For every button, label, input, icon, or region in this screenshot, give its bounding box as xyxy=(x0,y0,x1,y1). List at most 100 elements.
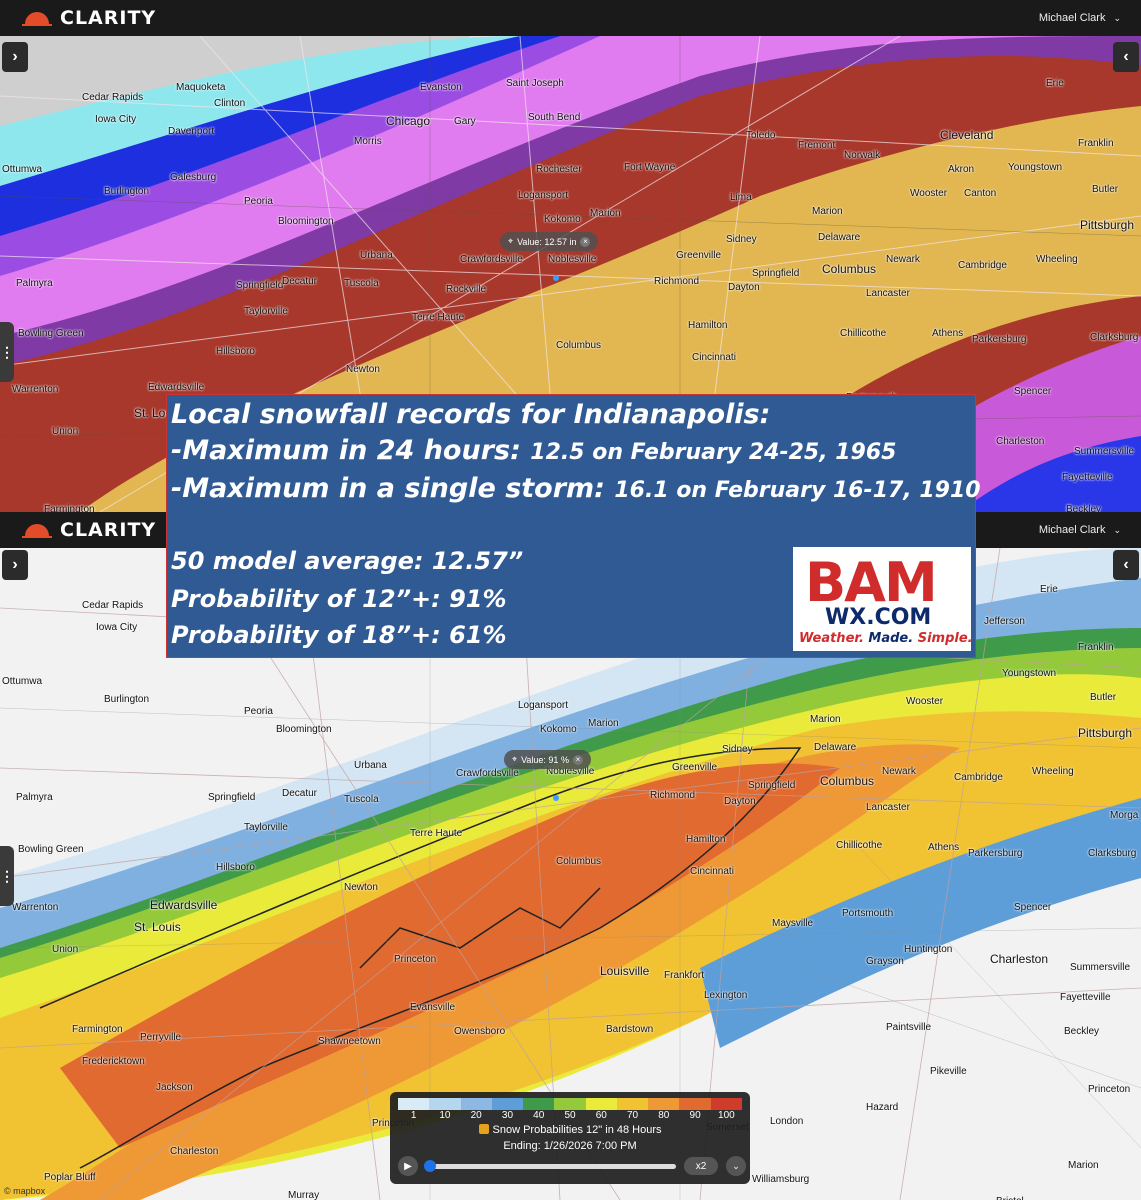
city-label: Columbus xyxy=(556,340,602,351)
city-label: Peoria xyxy=(244,196,273,207)
city-label: Greenville xyxy=(672,762,718,773)
brand[interactable]: CLARITY xyxy=(22,519,156,541)
city-label: Fayetteville xyxy=(1060,992,1111,1003)
city-label: Farmington xyxy=(72,1024,123,1035)
city-label: Lexington xyxy=(704,990,748,1001)
city-label: Burlington xyxy=(104,694,150,705)
city-label: Ottumwa xyxy=(2,164,43,175)
city-label: Butler xyxy=(1092,184,1119,195)
city-label: Bardstown xyxy=(606,1024,654,1035)
legend-tick-label: 20 xyxy=(470,1110,482,1121)
legend-swatch xyxy=(491,1098,524,1110)
city-label: Palmyra xyxy=(16,278,53,289)
city-label: Chillicothe xyxy=(840,328,887,339)
sunrise-logo-icon xyxy=(22,12,52,26)
time-slider[interactable] xyxy=(424,1160,676,1172)
drawer-handle[interactable]: ⋮ xyxy=(0,846,14,906)
chevron-down-icon: ⌄ xyxy=(1113,524,1121,535)
city-label: Fredericktown xyxy=(82,1056,145,1067)
city-label: Sidney xyxy=(722,744,753,755)
city-label: Wheeling xyxy=(1036,254,1078,265)
legend-tick-label: 100 xyxy=(718,1110,735,1121)
city-label: Decatur xyxy=(282,788,318,799)
play-button[interactable]: ▶ xyxy=(398,1156,418,1176)
time-slider-knob[interactable] xyxy=(424,1160,436,1172)
callout-storm-record: -Maximum in a single storm: 16.1 on Febr… xyxy=(171,473,981,504)
city-label: Parkersburg xyxy=(968,848,1023,859)
user-name: Michael Clark xyxy=(1038,524,1106,536)
legend-swatch xyxy=(616,1098,649,1110)
city-label: Warrenton xyxy=(12,384,59,395)
user-menu[interactable]: Michael Clark ⌄ xyxy=(1039,512,1121,548)
value-tooltip[interactable]: ⌖ Value: 12.57 in × xyxy=(500,232,599,251)
city-label: Rockville xyxy=(446,284,487,295)
value-tooltip[interactable]: ⌖ Value: 91 % × xyxy=(504,750,591,769)
city-label: Pikeville xyxy=(930,1066,967,1077)
value-label: Value: 91 % xyxy=(521,754,569,765)
city-label: Pittsburgh xyxy=(1078,726,1133,740)
value-label: Value: 12.57 in xyxy=(517,236,577,247)
legend-ticks: 1 10 20 30 40 50 60 70 80 90 100 xyxy=(398,1110,742,1122)
city-label: Hazard xyxy=(866,1102,899,1113)
city-label: Huntington xyxy=(904,944,953,955)
city-label: Sidney xyxy=(726,234,757,245)
legend-swatch xyxy=(429,1098,461,1110)
city-label: Springfield xyxy=(208,792,256,803)
expand-left-button[interactable]: › xyxy=(2,550,28,580)
city-label: Galesburg xyxy=(170,172,217,183)
city-label: Frankfort xyxy=(664,970,705,981)
city-label: Peoria xyxy=(244,706,273,717)
city-label: Ottumwa xyxy=(2,676,43,687)
city-label: Union xyxy=(52,426,79,437)
close-icon[interactable]: × xyxy=(580,236,591,247)
city-label: Youngstown xyxy=(1008,162,1063,173)
city-label: Springfield xyxy=(748,780,796,791)
callout-24hr-label: -Maximum in 24 hours: xyxy=(171,435,531,466)
crosshair-icon: ⌖ xyxy=(512,754,518,764)
city-label: Bloomington xyxy=(278,216,334,227)
close-icon[interactable]: × xyxy=(572,754,583,765)
brand[interactable]: CLARITY xyxy=(22,7,156,29)
mapbox-attribution[interactable]: © mapbox xyxy=(4,1186,45,1196)
city-label: Columbus xyxy=(822,262,877,276)
chevron-down-icon[interactable]: ⌄ xyxy=(726,1156,746,1176)
speed-button[interactable]: x2 xyxy=(684,1157,718,1175)
drawer-handle[interactable]: ⋮ xyxy=(0,322,14,382)
map-legend: 1 10 20 30 40 50 60 70 80 90 100 Snow Probabilitie… xyxy=(390,1092,750,1184)
legend-color-scale xyxy=(398,1098,742,1110)
city-label: Hillsboro xyxy=(216,862,255,873)
chevron-down-icon: ⌄ xyxy=(1113,12,1121,23)
expand-right-button[interactable]: ‹ xyxy=(1113,42,1139,72)
city-label: Urbana xyxy=(360,250,393,261)
expand-left-button[interactable]: › xyxy=(2,42,28,72)
time-controls: ▶ x2 ⌄ xyxy=(398,1156,746,1178)
legend-swatch xyxy=(460,1098,492,1110)
city-label: Evansville xyxy=(410,1002,456,1013)
city-label: Princeton xyxy=(394,954,437,965)
legend-swatch xyxy=(648,1098,680,1110)
city-label: Maquoketa xyxy=(176,82,226,93)
city-label: Edwardsville xyxy=(148,382,205,393)
city-label: Terre Haute xyxy=(412,312,465,323)
city-label: Shawneetown xyxy=(318,1036,381,1047)
city-label: Cedar Rapids xyxy=(82,600,144,611)
city-label: Newton xyxy=(346,364,380,375)
city-label: Jackson xyxy=(156,1082,193,1093)
city-label: Hillsboro xyxy=(216,346,255,357)
city-label: Perryville xyxy=(140,1032,182,1043)
city-label: Noblesville xyxy=(548,254,597,265)
city-label: Cambridge xyxy=(954,772,1003,783)
city-label: Beckley xyxy=(1064,1026,1100,1037)
legend-tick-label: 80 xyxy=(658,1110,670,1121)
city-label: Norwalk xyxy=(844,150,881,161)
expand-right-button[interactable]: ‹ xyxy=(1113,550,1139,580)
city-label: Farmington xyxy=(44,504,95,512)
city-label: Murray xyxy=(288,1190,320,1200)
city-label: Owensboro xyxy=(454,1026,506,1037)
user-menu[interactable]: Michael Clark ⌄ xyxy=(1039,0,1121,36)
city-label: Gary xyxy=(454,116,476,127)
city-label: Bloomington xyxy=(276,724,332,735)
app-header: CLARITY Michael Clark ⌄ xyxy=(0,0,1141,36)
legend-title: Snow Probabilities 12" in 48 Hours xyxy=(390,1124,750,1136)
city-label: Toledo xyxy=(746,130,776,141)
